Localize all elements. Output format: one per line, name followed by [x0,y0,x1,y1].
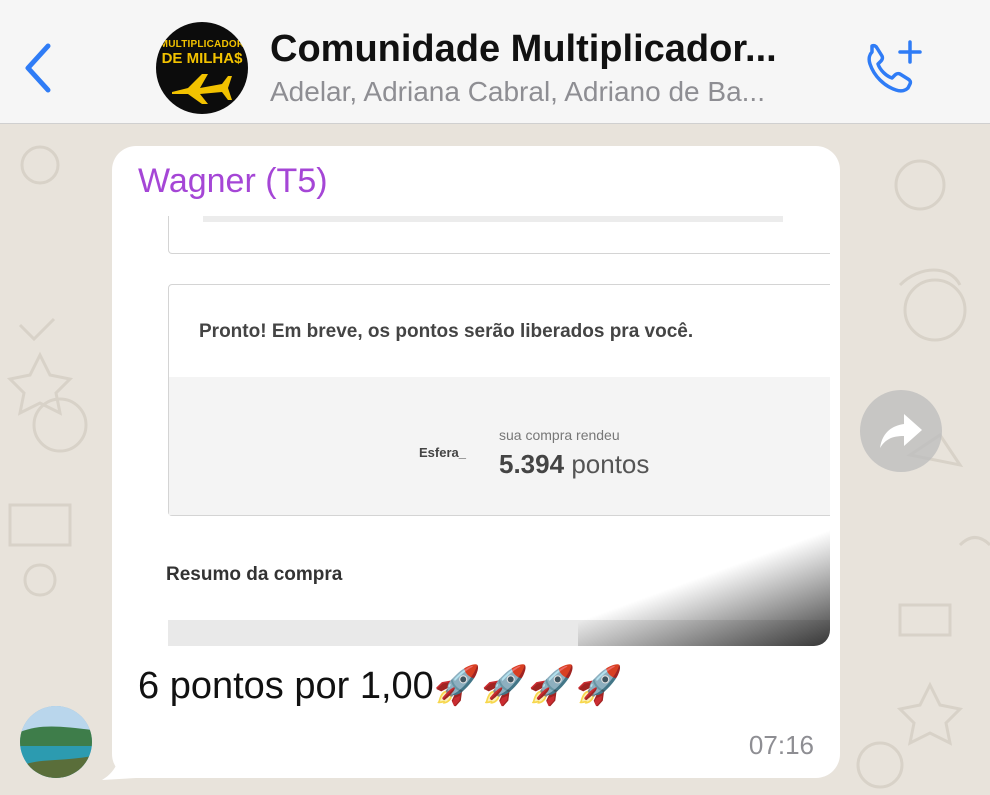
group-avatar[interactable]: MULTIPLICADOR DE MILHA$ [156,22,248,114]
points-amount: 5.394 pontos [499,449,649,480]
sender-name[interactable]: Wagner (T5) [138,162,328,201]
phone-add-icon [867,40,922,93]
forward-arrow-icon [880,414,922,448]
add-call-button[interactable] [860,36,926,98]
group-members[interactable]: Adelar, Adriana Cabral, Adriano de Ba... [270,76,830,108]
screenshot-top-card: × [168,216,830,254]
back-button[interactable] [18,40,58,96]
forward-button[interactable] [860,390,942,472]
points-panel: Esfera_ sua compra rendeu 5.394 pontos [169,377,830,515]
points-unit: pontos [571,449,650,479]
points-value: 5.394 [499,449,565,479]
sender-avatar[interactable] [20,706,92,778]
chat-header: MULTIPLICADOR DE MILHA$ Comunidade Multi… [0,0,990,124]
earned-label: sua compra rendeu [499,427,620,443]
screenshot-top-bar [203,216,783,222]
confirmation-text: Pronto! Em breve, os pontos serão libera… [199,321,694,342]
message-image[interactable]: × Pronto! Em breve, os pontos serão libe… [138,216,830,646]
chevron-left-icon [25,43,51,93]
message-time: 07:16 [748,730,814,760]
image-corner-shadow [578,516,830,646]
avatar-photo [20,706,92,778]
screenshot-confirmation-card: Pronto! Em breve, os pontos serão libera… [168,284,830,516]
summary-heading: Resumo da compra [166,564,343,585]
brand-label: Esfera_ [419,445,466,460]
airplane-icon [172,74,232,104]
avatar-line1: MULTIPLICADOR [159,39,245,50]
group-title[interactable]: Comunidade Multiplicador... [270,28,830,71]
message-caption: 6 pontos por 1,00🚀🚀🚀🚀 [138,665,624,707]
avatar-line2: DE MILHA$ [161,50,243,67]
message-bubble[interactable]: Wagner (T5) × Pronto! Em breve, os ponto… [112,146,840,778]
